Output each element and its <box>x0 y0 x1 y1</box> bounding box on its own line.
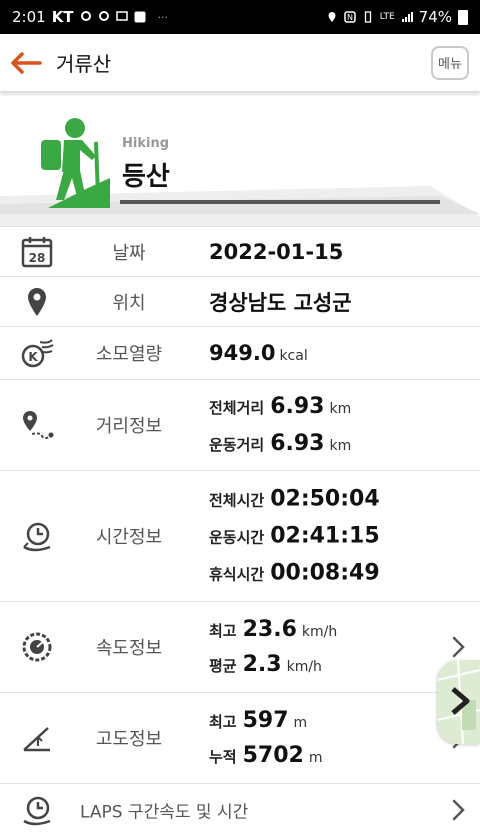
speed-values: 최고 23.6 km/h 평균 2.3 km/h <box>209 617 337 677</box>
altitude-icon <box>23 727 50 752</box>
status-time: 2:01 <box>12 8 46 26</box>
chevron-right-icon[interactable] <box>448 797 468 823</box>
nfc-icon: N <box>343 11 356 23</box>
distance-values: 전체거리 6.93 km 운동거리 6.93 km <box>209 394 351 456</box>
cumulative-altitude-line: 누적 5702 m <box>209 743 322 768</box>
activity-title: 등산 <box>122 162 170 192</box>
app-header: 거류산 메뉴 <box>0 34 480 92</box>
calories-unit: kcal <box>279 348 308 364</box>
menu-button[interactable]: 메뉴 <box>431 45 469 80</box>
max-altitude-value: 597 <box>242 708 289 733</box>
chevron-right-icon[interactable] <box>448 634 468 660</box>
time-label: 시간정보 <box>95 527 163 548</box>
altitude-values: 최고 597 m 누적 5702 m <box>209 708 322 768</box>
total-distance-unit: km <box>329 401 352 417</box>
calories-row: K 소모열량 949.0 kcal <box>0 326 480 379</box>
max-altitude-key: 최고 <box>209 713 237 731</box>
total-distance-line: 전체거리 6.93 km <box>209 394 351 419</box>
rest-time-key: 휴식시간 <box>209 565 265 584</box>
location-pin-icon <box>28 287 46 316</box>
exercise-distance-unit: km <box>329 438 352 454</box>
rest-time-value: 00:08:49 <box>270 560 380 586</box>
total-time-key: 전체시간 <box>209 491 265 510</box>
max-altitude-line: 최고 597 m <box>209 708 322 733</box>
time-row: 시간정보 전체시간 02:50:04 운동시간 02:41:15 휴식시간 00… <box>0 470 480 601</box>
chevron-right-bold-icon <box>451 687 470 715</box>
battery-percent: 74% <box>418 8 452 26</box>
speedometer-icon <box>22 632 52 662</box>
location-pin-status-icon <box>80 11 91 21</box>
exercise-distance-value: 6.93 <box>270 431 325 456</box>
exercise-time-key: 운동시간 <box>209 528 265 547</box>
stopwatch-icon <box>23 522 51 552</box>
max-speed-line: 최고 23.6 km/h <box>209 617 337 642</box>
location-icon <box>328 12 336 22</box>
laps-label: LAPS 구간속도 및 시간 <box>80 802 249 822</box>
lte-indicator: LTE <box>379 12 395 22</box>
back-button[interactable] <box>8 48 44 78</box>
location-pin-status-icon-2 <box>98 11 109 21</box>
distance-label: 거리정보 <box>95 416 163 437</box>
speed-row[interactable]: 속도정보 최고 23.6 km/h 평균 2.3 km/h <box>0 601 480 692</box>
route-distance-icon <box>23 411 54 439</box>
max-speed-value: 23.6 <box>242 617 297 642</box>
app-notification-icon <box>134 11 146 23</box>
cumulative-altitude-key: 누적 <box>209 748 237 766</box>
location-label: 위치 <box>112 292 146 314</box>
calendar-icon-day: 28 <box>29 251 46 265</box>
total-time-line: 전체시간 02:50:04 <box>209 487 380 512</box>
calories-value: 949.0 <box>209 341 276 365</box>
avg-speed-line: 평균 2.3 km/h <box>209 652 337 677</box>
hiker-icon <box>41 118 110 208</box>
laps-stopwatch-icon <box>23 796 51 825</box>
status-carrier: KT <box>51 8 74 26</box>
time-values: 전체시간 02:50:04 운동시간 02:41:15 휴식시간 00:08:4… <box>209 487 380 586</box>
altitude-row[interactable]: 고도정보 최고 597 m 누적 5702 m <box>0 692 480 783</box>
more-notifications-icon: ··· <box>157 10 169 24</box>
activity-english-label: Hiking <box>122 136 169 151</box>
max-speed-key: 최고 <box>209 622 237 640</box>
exercise-distance-line: 운동거리 6.93 km <box>209 431 351 456</box>
status-bar: 2:01 KT ··· N LTE 74% <box>0 0 480 34</box>
date-value: 2022-01-15 <box>209 239 344 264</box>
exercise-distance-key: 운동거리 <box>209 436 265 454</box>
calorie-burn-icon: K <box>21 339 54 368</box>
date-row: 28 날짜 2022-01-15 <box>0 226 480 276</box>
map-view-button[interactable] <box>438 660 480 744</box>
date-label: 날짜 <box>112 242 146 264</box>
avg-speed-value: 2.3 <box>242 652 282 677</box>
exercise-time-line: 운동시간 02:41:15 <box>209 524 380 549</box>
avg-speed-unit: km/h <box>286 659 322 675</box>
battery-icon <box>458 9 468 25</box>
activity-info-list: 28 날짜 2022-01-15 위치 경상남도 고성군 K 소모열량 949.… <box>0 226 480 834</box>
total-distance-value: 6.93 <box>270 394 325 419</box>
svg-text:K: K <box>28 350 38 364</box>
max-speed-unit: km/h <box>301 624 338 640</box>
avg-speed-key: 평균 <box>209 657 237 675</box>
vibrate-icon <box>364 11 371 23</box>
altitude-label: 고도정보 <box>95 729 163 750</box>
max-altitude-unit: m <box>293 715 308 731</box>
back-arrow-icon <box>11 51 42 74</box>
distance-row: 거리정보 전체거리 6.93 km 운동거리 6.93 km <box>0 379 480 470</box>
signal-icon <box>401 12 413 22</box>
activity-hero: Hiking 등산 <box>0 96 480 226</box>
total-distance-key: 전체거리 <box>209 399 265 417</box>
location-value: 경상남도 고성군 <box>209 290 352 315</box>
laps-row[interactable]: LAPS 구간속도 및 시간 <box>0 783 480 834</box>
page-title: 거류산 <box>56 52 112 76</box>
cumulative-altitude-value: 5702 <box>242 743 304 768</box>
speed-label: 속도정보 <box>95 638 163 659</box>
chat-icon <box>115 11 128 21</box>
rest-time-line: 휴식시간 00:08:49 <box>209 561 380 586</box>
total-time-value: 02:50:04 <box>270 486 380 512</box>
calories-value-wrap: 949.0 kcal <box>209 341 308 365</box>
cumulative-altitude-unit: m <box>308 750 323 766</box>
calories-label: 소모열량 <box>95 344 163 365</box>
exercise-time-value: 02:41:15 <box>270 523 380 549</box>
location-row: 위치 경상남도 고성군 <box>0 276 480 326</box>
svg-text:N: N <box>347 13 353 22</box>
calendar-icon: 28 <box>21 236 53 267</box>
